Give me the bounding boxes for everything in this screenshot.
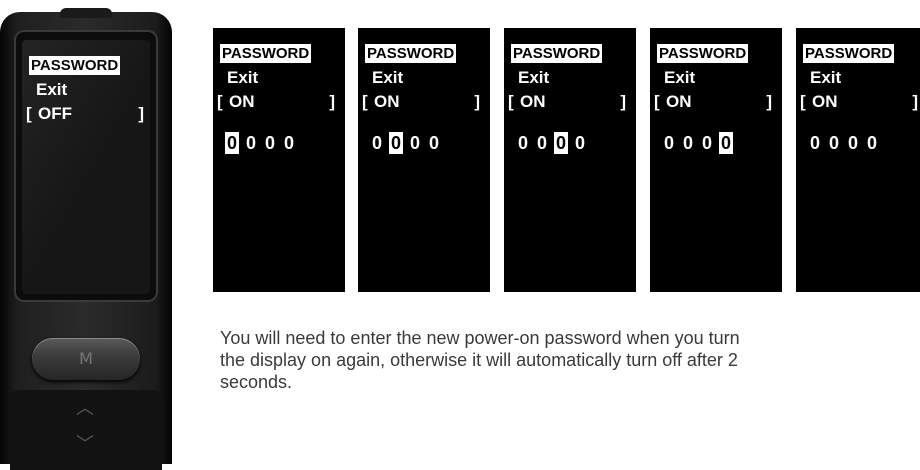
password-digits[interactable]: 0000 [662,132,738,156]
password-status-value: OFF [38,104,72,123]
password-digits[interactable]: 0000 [225,132,301,156]
password-menu-title: PASSWORD [365,44,457,63]
password-panel-4: PASSWORD Exit [ ON ] 0000 [650,28,782,292]
password-panel-3: PASSWORD Exit [ ON ] 0000 [504,28,636,292]
password-menu-title: PASSWORD [511,44,603,63]
password-status-row[interactable]: [ ON ] [217,91,335,113]
m-button[interactable]: M [32,338,140,380]
password-digit[interactable]: 0 [225,132,239,154]
password-status-value: ON [374,92,400,111]
password-digit[interactable]: 0 [719,132,733,154]
bracket-open: [ [508,92,514,111]
bracket-close: ] [766,92,772,111]
password-digit[interactable]: 0 [535,132,549,154]
device-lcd: PASSWORD Exit [ OFF ] [22,40,150,294]
password-menu-title: PASSWORD [29,56,121,75]
bracket-close: ] [329,92,335,111]
password-status-row[interactable]: [ ON ] [362,91,480,113]
password-digit[interactable]: 0 [865,132,879,154]
password-digit[interactable]: 0 [662,132,676,154]
password-digits[interactable]: 0000 [370,132,446,156]
bracket-open: [ [26,104,32,123]
password-menu-title: PASSWORD [803,44,895,63]
up-arrow-icon[interactable]: ︿ [74,400,96,418]
password-digits[interactable]: 0000 [516,132,592,156]
password-digit[interactable]: 0 [263,132,277,154]
password-digits[interactable]: 0000 [808,132,884,156]
exit-option[interactable]: Exit [518,68,549,88]
bracket-close: ] [620,92,626,111]
bracket-close: ] [474,92,480,111]
instruction-caption: You will need to enter the new power-on … [220,328,740,392]
password-digit[interactable]: 0 [808,132,822,154]
password-panel-2: PASSWORD Exit [ ON ] 0000 [358,28,490,292]
password-digit[interactable]: 0 [244,132,258,154]
exit-option[interactable]: Exit [227,68,258,88]
password-panel-5: PASSWORD Exit [ ON ] 0000 [796,28,920,292]
password-status-row[interactable]: [ OFF ] [26,103,144,125]
password-digit[interactable]: 0 [827,132,841,154]
down-arrow-icon[interactable]: ﹀ [74,436,96,454]
password-digit[interactable]: 0 [427,132,441,154]
password-menu-title: PASSWORD [220,44,312,63]
password-status-value: ON [666,92,692,111]
password-digit[interactable]: 0 [846,132,860,154]
password-digit[interactable]: 0 [573,132,587,154]
password-status-row[interactable]: [ ON ] [654,91,772,113]
bracket-open: [ [654,92,660,111]
exit-option[interactable]: Exit [664,68,695,88]
password-menu-title: PASSWORD [657,44,749,63]
bracket-open: [ [362,92,368,111]
exit-option[interactable]: Exit [36,80,67,100]
display-device: PASSWORD Exit [ OFF ] M ︿ ﹀ [0,8,172,470]
password-digit[interactable]: 0 [516,132,530,154]
bracket-close: ] [138,104,144,123]
password-status-value: ON [812,92,838,111]
password-digit[interactable]: 0 [282,132,296,154]
password-digit[interactable]: 0 [389,132,403,154]
password-panel-1: PASSWORD Exit [ ON ] 0000 [213,28,345,292]
password-status-value: ON [229,92,255,111]
exit-option[interactable]: Exit [372,68,403,88]
bracket-open: [ [800,92,806,111]
exit-option[interactable]: Exit [810,68,841,88]
password-digit[interactable]: 0 [681,132,695,154]
password-digit[interactable]: 0 [554,132,568,154]
bracket-open: [ [217,92,223,111]
password-digit[interactable]: 0 [408,132,422,154]
password-status-row[interactable]: [ ON ] [508,91,626,113]
password-digit[interactable]: 0 [700,132,714,154]
bracket-close: ] [912,92,918,111]
password-digit[interactable]: 0 [370,132,384,154]
password-status-row[interactable]: [ ON ] [800,91,918,113]
password-status-value: ON [520,92,546,111]
device-top-cap [60,8,112,18]
